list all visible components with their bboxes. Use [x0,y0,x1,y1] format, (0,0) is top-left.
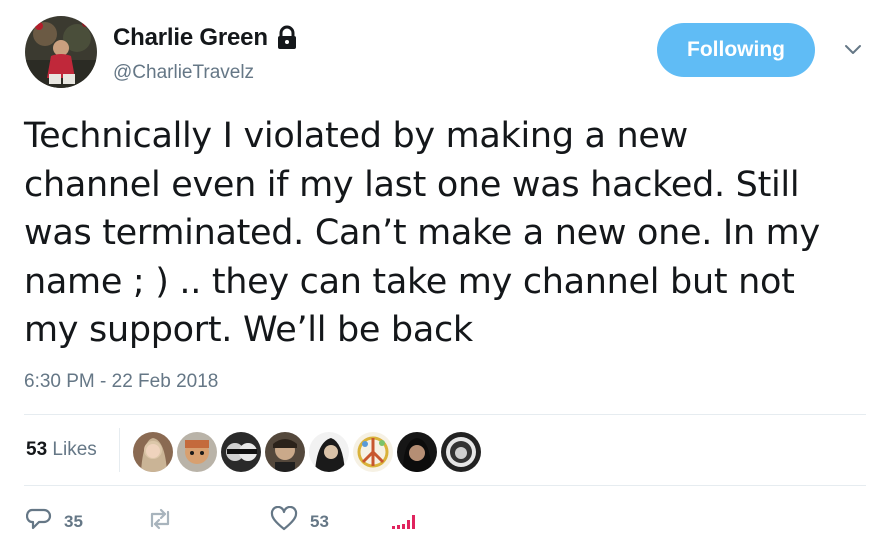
reply-button[interactable]: 35 [25,506,83,537]
tweet-card: Charlie Green @CharlieTravelz Following … [0,0,894,558]
user-name-row: Charlie Green [113,24,298,52]
liker-avatar-5[interactable] [309,432,349,472]
retweet-icon [146,506,174,537]
retweet-button[interactable] [146,506,186,537]
likes-stat[interactable]: 53 Likes [26,439,97,461]
divider [24,414,866,415]
heart-icon [270,505,298,537]
following-button[interactable]: Following [657,23,815,77]
liker-avatar-4[interactable] [265,432,305,472]
liker-avatar-6[interactable] [353,432,393,472]
liker-avatar-2[interactable] [177,432,217,472]
stat-separator [119,428,120,472]
tweet-timestamp[interactable]: 6:30 PM - 22 Feb 2018 [24,371,218,393]
tweet-text-line: my support. We’ll be back [24,310,473,350]
liker-avatars [133,432,481,472]
liker-avatar-7[interactable] [397,432,437,472]
reply-icon [25,506,52,537]
display-name[interactable]: Charlie Green [113,24,268,52]
likes-count: 53 [26,439,48,460]
tweet-text: Technically I violated by making a new c… [24,112,874,355]
tweet-text-line: channel even if my last one was hacked. … [24,164,800,205]
reply-count: 35 [64,511,83,531]
chevron-down-icon[interactable] [838,35,868,65]
analytics-icon [390,506,420,537]
liker-avatar-1[interactable] [133,432,173,472]
analytics-button[interactable] [390,506,420,537]
likes-label: Likes [52,439,97,460]
divider [24,485,866,486]
tweet-text-line: Technically I violated by making a new [24,116,688,156]
like-count: 53 [310,511,329,531]
avatar[interactable] [25,16,97,88]
lock-icon [276,25,298,51]
user-handle[interactable]: @CharlieTravelz [113,62,254,84]
tweet-text-line: name ; ) .. they can take my channel but… [24,261,795,302]
like-button[interactable]: 53 [270,505,329,537]
liker-avatar-3[interactable] [221,432,261,472]
tweet-text-line: was terminated. Can’t make a new one. In… [24,213,820,253]
liker-avatar-8[interactable] [441,432,481,472]
